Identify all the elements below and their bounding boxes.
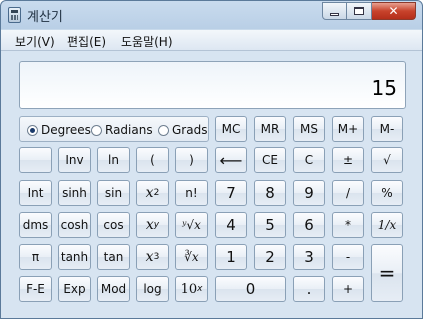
blank-key (19, 147, 52, 173)
divide-button[interactable]: / (332, 180, 364, 206)
digit-7-button[interactable]: 7 (215, 180, 247, 206)
x-cubed-button[interactable]: x3 (136, 244, 169, 270)
factorial-button[interactable]: n! (175, 180, 208, 206)
angle-unit-group: Degrees Radians Grads (19, 116, 209, 142)
cosh-button[interactable]: cosh (58, 212, 91, 238)
x-squared-exp: 2 (153, 188, 160, 198)
ten-power-x-base: 10 (180, 281, 198, 297)
tan-button[interactable]: tan (97, 244, 130, 270)
calculator-window: 계산기 ✕ 보기(V) 편집(E) 도움말(H) 15 Degrees Radi… (0, 0, 423, 319)
radio-unselected-icon (91, 124, 102, 136)
x-power-y-exp: y (153, 220, 160, 230)
calculator-icon (8, 7, 21, 23)
plus-minus-button[interactable]: ± (332, 147, 364, 173)
percent-button[interactable]: % (371, 180, 403, 206)
radio-grads-label: Grads (172, 123, 208, 137)
title-bar: 계산기 ✕ (1, 1, 422, 29)
ms-button[interactable]: MS (293, 116, 325, 142)
cube-root-button[interactable]: ∛x (175, 244, 208, 270)
menu-bar: 보기(V) 편집(E) 도움말(H) (1, 30, 422, 51)
display-value: 15 (371, 76, 397, 100)
radio-degrees-label: Degrees (41, 123, 91, 137)
radio-radians[interactable]: Radians (91, 123, 153, 137)
add-button[interactable]: + (332, 276, 364, 302)
window-title: 계산기 (27, 10, 63, 25)
window-controls: ✕ (322, 2, 416, 20)
sin-button[interactable]: sin (97, 180, 130, 206)
maximize-button[interactable] (347, 2, 372, 20)
radio-selected-icon (27, 124, 38, 136)
subtract-button[interactable]: - (332, 244, 364, 270)
menu-help[interactable]: 도움말(H) (121, 33, 173, 50)
ln-button[interactable]: ln (97, 147, 130, 173)
minimize-button[interactable] (322, 2, 347, 20)
digit-8-button[interactable]: 8 (254, 180, 286, 206)
equals-button[interactable]: = (371, 244, 403, 302)
digit-3-button[interactable]: 3 (293, 244, 325, 270)
multiply-button[interactable]: * (332, 212, 364, 238)
maximize-icon (354, 7, 364, 15)
pi-button[interactable]: π (19, 244, 52, 270)
digit-2-button[interactable]: 2 (254, 244, 286, 270)
ce-button[interactable]: CE (254, 147, 286, 173)
digit-6-button[interactable]: 6 (293, 212, 325, 238)
digit-1-button[interactable]: 1 (215, 244, 247, 270)
dms-button[interactable]: dms (19, 212, 52, 238)
ten-power-x-button[interactable]: 10 x (175, 276, 208, 302)
menu-edit[interactable]: 편집(E) (67, 33, 106, 50)
mod-button[interactable]: Mod (97, 276, 130, 302)
radio-unselected-icon (158, 124, 169, 136)
c-button[interactable]: C (293, 147, 325, 173)
m-plus-button[interactable]: M+ (332, 116, 364, 142)
minimize-icon (330, 12, 339, 16)
backspace-button[interactable]: ⟵ (215, 147, 247, 173)
result-display: 15 (19, 61, 406, 109)
mc-button[interactable]: MC (215, 116, 247, 142)
digit-9-button[interactable]: 9 (293, 180, 325, 206)
close-button[interactable]: ✕ (372, 2, 416, 20)
radio-radians-label: Radians (105, 123, 153, 137)
x-power-y-base: x (145, 217, 154, 233)
sqrt-button[interactable]: √ (371, 147, 403, 173)
radio-grads[interactable]: Grads (158, 123, 207, 137)
int-button[interactable]: Int (19, 180, 52, 206)
digit-5-button[interactable]: 5 (254, 212, 286, 238)
menu-view[interactable]: 보기(V) (15, 33, 55, 50)
reciprocal-button[interactable]: 1/x (371, 212, 403, 238)
f-e-button[interactable]: F-E (19, 276, 52, 302)
ten-power-x-exp: x (197, 284, 203, 294)
x-cubed-exp: 3 (153, 252, 160, 262)
decimal-button[interactable]: . (293, 276, 325, 302)
x-squared-button[interactable]: x2 (136, 180, 169, 206)
right-paren-button[interactable]: ) (175, 147, 208, 173)
x-squared-base: x (145, 185, 154, 201)
sinh-button[interactable]: sinh (58, 180, 91, 206)
left-paren-button[interactable]: ( (136, 147, 169, 173)
x-cubed-base: x (145, 249, 154, 265)
log-button[interactable]: log (136, 276, 169, 302)
inv-button[interactable]: Inv (58, 147, 91, 173)
x-power-y-button[interactable]: xy (136, 212, 169, 238)
y-root-x-button[interactable]: ʸ√x (175, 212, 208, 238)
mr-button[interactable]: MR (254, 116, 286, 142)
m-minus-button[interactable]: M- (371, 116, 403, 142)
digit-4-button[interactable]: 4 (215, 212, 247, 238)
cos-button[interactable]: cos (97, 212, 130, 238)
close-icon: ✕ (388, 4, 399, 18)
tanh-button[interactable]: tanh (58, 244, 91, 270)
exp-button[interactable]: Exp (58, 276, 91, 302)
radio-degrees[interactable]: Degrees (27, 123, 91, 137)
digit-0-button[interactable]: 0 (215, 276, 286, 302)
